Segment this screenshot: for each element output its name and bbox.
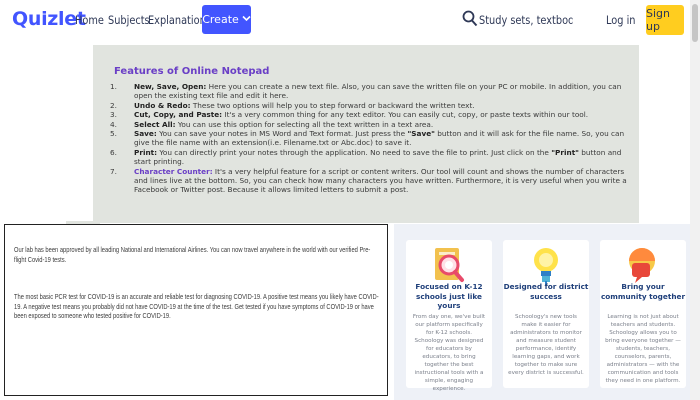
search-icon[interactable]: [462, 10, 478, 27]
airline-approval-text: Our lab has been approved by all leading…: [14, 245, 371, 264]
feature-label: Undo & Redo:: [134, 100, 191, 110]
nav-subjects-link[interactable]: Subjects: [108, 13, 150, 27]
lightbulb-icon: [526, 245, 566, 287]
search-input[interactable]: [479, 10, 573, 30]
panel-gutter: [640, 45, 690, 223]
create-button[interactable]: Create: [202, 5, 251, 34]
feature-label: Cut, Copy, and Paste:: [134, 110, 223, 120]
create-button-label: Create: [202, 13, 239, 26]
chat-bubble-icon: [623, 245, 663, 287]
list-item: 2. Undo & Redo: These two options will he…: [110, 100, 475, 110]
card-title: Designed for district success: [503, 282, 589, 301]
card-title: Bring your community together: [600, 282, 686, 301]
card-description: Schoology's new tools make it easier for…: [508, 314, 584, 376]
scrollbar-thumb[interactable]: [692, 4, 698, 42]
card-description: Learning is not just about teachers and …: [605, 314, 681, 384]
nav-home-link[interactable]: Home: [75, 13, 104, 27]
list-item: 4. Select All: You can use this option fo…: [110, 119, 434, 129]
list-item: 3. Cut, Copy, and Paste: It's a very comm…: [110, 110, 589, 120]
card-title: Focused on K-12 schools just like yours: [415, 282, 483, 310]
scrollbar-track[interactable]: [690, 0, 700, 400]
list-item: 1. New, Save, Open: Here you can create a…: [110, 82, 622, 101]
feature-label: Print:: [134, 147, 158, 157]
notepad-features-list: 1. New, Save, Open: Here you can create a…: [110, 82, 630, 195]
chevron-down-icon: [242, 15, 251, 25]
card-description: From day one, we've built our platform s…: [412, 314, 486, 392]
list-item: 7. Character Counter: It's a very helpful…: [110, 166, 627, 195]
feature-label: Save:: [134, 129, 157, 139]
airline-covid-text-box: Our lab has been approved by all leading…: [4, 224, 388, 396]
signup-button[interactable]: Sign up: [646, 5, 684, 35]
notepad-features-title: Features of Online Notepad: [114, 66, 270, 77]
top-navigation-bar: Quizlet Home Subjects Explanations Creat…: [0, 0, 700, 40]
pcr-test-text: The most basic PCR test for COVID-19 is …: [14, 292, 379, 321]
list-item: 6. Print: You can directly print your not…: [110, 147, 622, 167]
login-link[interactable]: Log in: [606, 13, 635, 27]
feature-label: Character Counter:: [134, 166, 213, 176]
feature-label: New, Save, Open:: [134, 82, 207, 91]
list-item: 5. Save: You can save your notes in MS Wo…: [110, 129, 625, 148]
notepad-features-panel: Features of Online Notepad 1. New, Save, …: [93, 45, 639, 223]
magnifier-icon: [429, 245, 469, 287]
feature-label: Select All:: [134, 119, 176, 129]
